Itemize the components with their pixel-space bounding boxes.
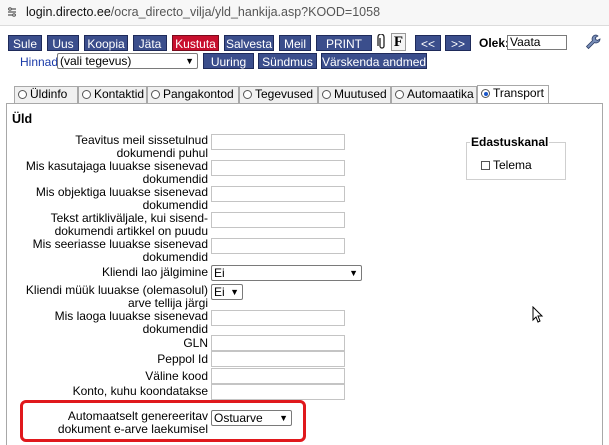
radio-icon xyxy=(151,90,160,99)
field-label-valine-kood: Väline kood xyxy=(145,369,208,383)
print-button[interactable]: PRINT xyxy=(316,35,372,51)
tab-label: Üldinfo xyxy=(30,87,68,101)
tab-automaatika[interactable]: Automaatika xyxy=(391,86,477,103)
copy-button[interactable]: Koopia xyxy=(84,35,128,51)
field-label-ladu: Mis laoga luuakse sisenevad dokumendid xyxy=(54,309,208,336)
tab-label: Pangakontod xyxy=(163,87,234,101)
tab-pangakontod[interactable]: Pangakontod xyxy=(147,86,239,103)
tekst-input[interactable] xyxy=(211,212,345,228)
next-button[interactable]: >> xyxy=(445,35,471,51)
mouse-cursor-icon xyxy=(532,305,544,324)
field-label-peppol-id: Peppol Id xyxy=(157,352,208,366)
kliendi-myyk-select[interactable]: Ei ▼ xyxy=(211,284,243,300)
paperclip-icon[interactable] xyxy=(376,33,388,50)
chevron-down-icon: ▼ xyxy=(349,268,358,278)
telema-checkbox[interactable]: Telema xyxy=(481,158,532,172)
f-button[interactable]: F xyxy=(391,33,406,51)
teavitus-input[interactable] xyxy=(211,134,345,150)
browser-address-bar[interactable]: login.directo.ee/ocra_directo_vilja/yld_… xyxy=(0,0,609,26)
checkbox-icon xyxy=(481,161,490,170)
field-label-gln: GLN xyxy=(183,336,208,350)
ladu-input[interactable] xyxy=(211,310,345,326)
previous-button[interactable]: << xyxy=(415,35,441,51)
field-label-seeria: Mis seeriasse luuakse sisenevad dokumend… xyxy=(32,237,208,264)
gln-input[interactable] xyxy=(211,335,345,351)
radio-selected-icon xyxy=(481,89,490,98)
tab-label: Transport xyxy=(493,86,544,100)
tab-transport[interactable]: Transport xyxy=(477,85,549,103)
chevron-down-icon: ▼ xyxy=(230,287,239,297)
peppol-id-input[interactable] xyxy=(211,351,345,367)
radio-icon xyxy=(243,90,252,99)
save-button[interactable]: Salvesta xyxy=(224,35,274,51)
field-label-tekst: Tekst artikliväljale, kui sisend-dokumen… xyxy=(50,211,208,238)
status-label: Olek: xyxy=(479,36,510,50)
syndmus-button[interactable]: Sündmus xyxy=(258,53,317,69)
hinnad-select[interactable]: (vali tegevus) ▼ xyxy=(57,53,198,69)
tab-kontaktid[interactable]: Kontaktid xyxy=(78,86,147,103)
uuring-button[interactable]: Uuring xyxy=(203,53,254,69)
url-host: login.directo.ee xyxy=(26,5,111,19)
field-label-konto: Konto, kuhu koondatakse sisenenud ostuar… xyxy=(72,385,208,399)
tab-label: Automaatika xyxy=(407,87,474,101)
close-button[interactable]: Sule xyxy=(8,35,42,51)
radio-icon xyxy=(82,90,91,99)
seeria-input[interactable] xyxy=(211,238,345,254)
tab-muutused[interactable]: Muutused xyxy=(318,86,391,103)
field-label-lao-jalgimine: Kliendi lao jälgimine xyxy=(101,265,208,279)
telema-label: Telema xyxy=(493,158,532,172)
lao-jalgimine-select[interactable]: Ei ▼ xyxy=(211,265,362,281)
radio-icon xyxy=(322,90,331,99)
kasutaja-input[interactable] xyxy=(211,160,345,176)
url-path: /ocra_directo_vilja/yld_hankija.asp?KOOD… xyxy=(110,5,381,19)
tab-label: Tegevused xyxy=(255,87,314,101)
select-value: Ei xyxy=(214,285,225,299)
field-label-teavitus: Teavitus meil sissetulnud dokumendi puhu… xyxy=(75,133,208,160)
radio-icon xyxy=(18,90,27,99)
section-title: Üld xyxy=(12,112,33,126)
refresh-data-button[interactable]: Värskenda andmed xyxy=(321,53,427,69)
new-button[interactable]: Uus xyxy=(47,35,79,51)
konto-input[interactable] xyxy=(211,384,345,400)
field-label-kasutaja: Mis kasutajaga luuakse sisenevad dokumen… xyxy=(25,159,208,186)
radio-icon xyxy=(395,90,404,99)
field-label-objekt: Mis objektiga luuakse sisenevad dokumend… xyxy=(35,185,208,212)
tab-label: Muutused xyxy=(334,87,387,101)
highlight-box xyxy=(20,400,306,442)
tab-yldinfo[interactable]: Üldinfo xyxy=(14,86,78,103)
site-info-icon[interactable] xyxy=(6,6,18,18)
tab-tegevused[interactable]: Tegevused xyxy=(239,86,318,103)
chevron-down-icon: ▼ xyxy=(185,56,194,66)
valine-kood-input[interactable] xyxy=(211,368,345,384)
url-text[interactable]: login.directo.ee/ocra_directo_vilja/yld_… xyxy=(26,5,380,19)
hinnad-label: Hinnad xyxy=(20,55,59,69)
field-label-kliendi-myyk: Kliendi müük luuakse (olemasolul) arve t… xyxy=(25,283,208,310)
keep-button[interactable]: Jäta xyxy=(133,35,167,51)
select-value: Ei xyxy=(214,266,225,280)
objekt-input[interactable] xyxy=(211,186,345,202)
status-field[interactable]: Vaata xyxy=(507,35,567,50)
delete-button[interactable]: Kustuta xyxy=(172,35,219,51)
mail-button[interactable]: Meil xyxy=(279,35,311,51)
wrench-icon[interactable] xyxy=(585,34,601,50)
tab-label: Kontaktid xyxy=(94,87,145,101)
edastuskanal-title: Edastuskanal xyxy=(470,135,550,149)
hinnad-select-value: (vali tegevus) xyxy=(60,54,132,68)
